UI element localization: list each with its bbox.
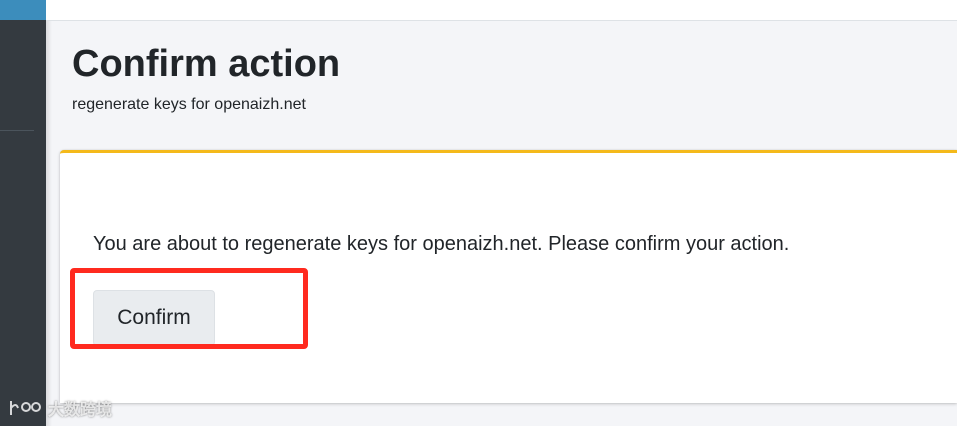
watermark: 大数跨境 [8, 396, 112, 420]
confirm-card: You are about to regenerate keys for ope… [60, 150, 957, 403]
sidebar-shadow [46, 0, 52, 426]
sidebar [0, 0, 46, 426]
confirm-message: You are about to regenerate keys for ope… [93, 233, 790, 255]
page-title: Confirm action [72, 43, 341, 85]
sidebar-divider [0, 130, 34, 131]
watermark-logo-icon [10, 401, 41, 415]
top-navbar [46, 0, 957, 21]
watermark-text: 大数跨境 [48, 400, 113, 419]
sidebar-brand[interactable] [0, 0, 46, 20]
page-subtitle: regenerate keys for openaizh.net [72, 96, 306, 113]
confirm-button[interactable]: Confirm [93, 290, 215, 346]
